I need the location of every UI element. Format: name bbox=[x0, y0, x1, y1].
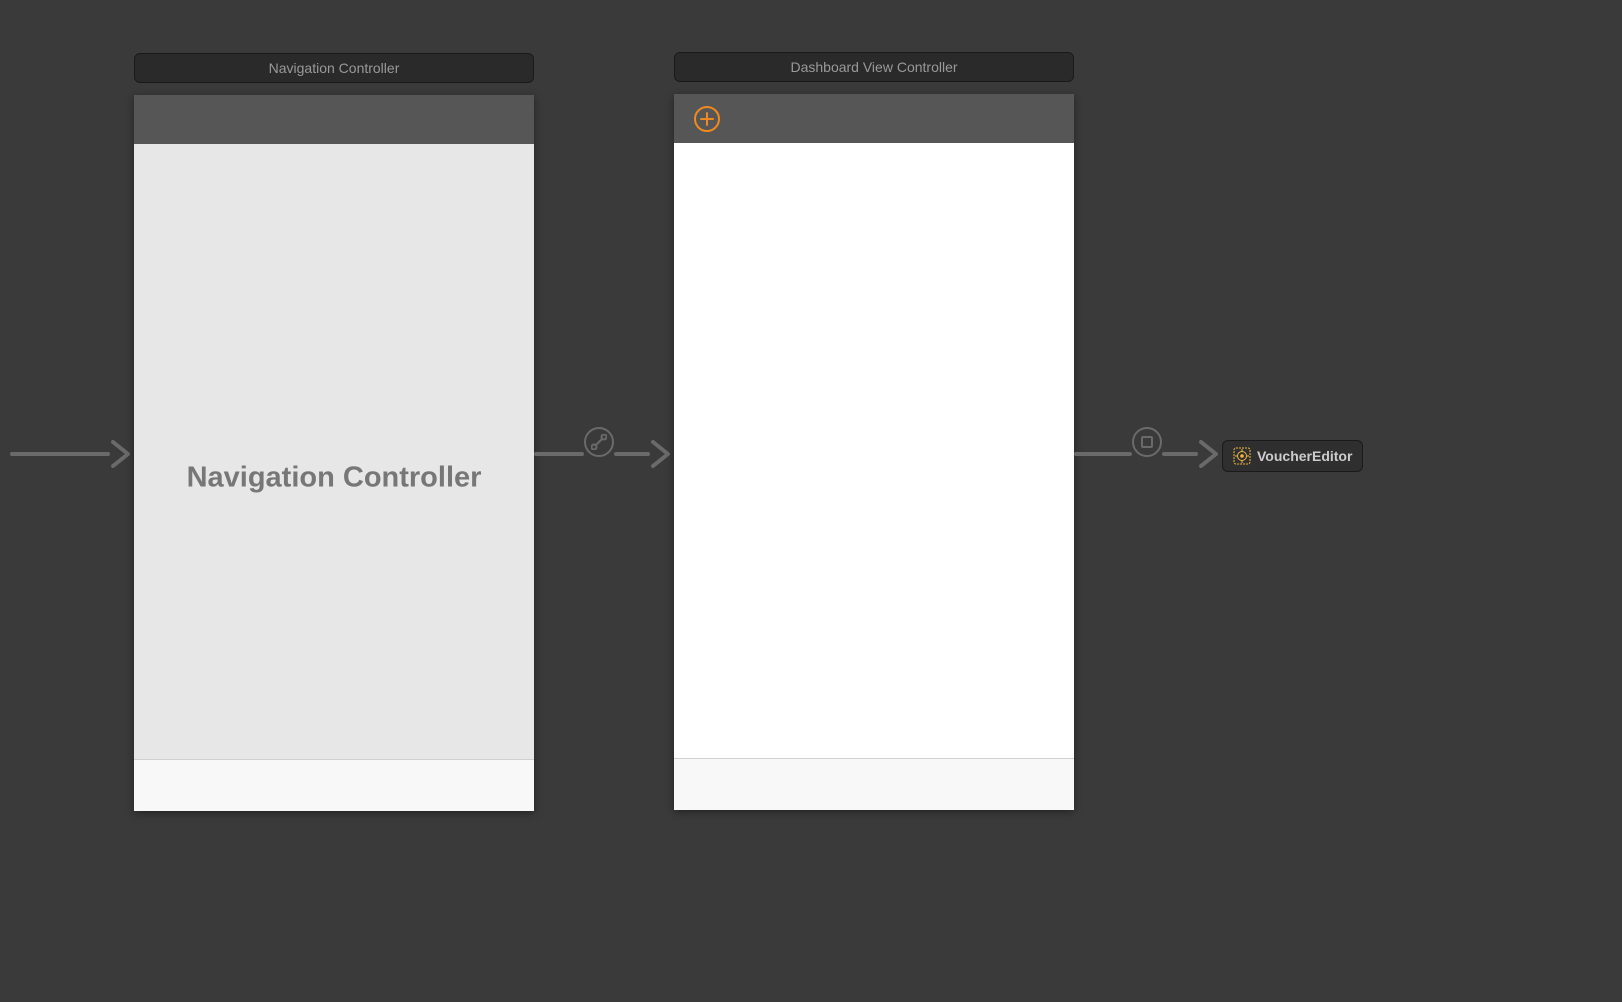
segue-line bbox=[10, 452, 110, 456]
storyboard-reference-label: VoucherEditor bbox=[1257, 448, 1352, 464]
storyboard-canvas[interactable]: Navigation Controller Navigation Control… bbox=[0, 0, 1622, 1002]
scene-title-dashboard-view-controller[interactable]: Dashboard View Controller bbox=[674, 52, 1074, 82]
scene-title-label: Navigation Controller bbox=[269, 60, 400, 76]
present-modally-segue-icon[interactable] bbox=[1132, 427, 1162, 457]
storyboard-reference-voucher-editor[interactable]: VoucherEditor bbox=[1222, 440, 1363, 472]
view-content-area[interactable] bbox=[674, 143, 1074, 758]
scene-navigation-controller[interactable]: Navigation Controller bbox=[134, 95, 534, 811]
navigation-controller-content: Navigation Controller bbox=[134, 144, 534, 811]
storyboard-reference-icon bbox=[1233, 447, 1251, 465]
navigation-bar[interactable] bbox=[674, 94, 1074, 143]
segue-present-modally[interactable] bbox=[1074, 440, 1222, 468]
arrow-head-icon bbox=[1198, 440, 1222, 468]
plus-icon bbox=[700, 112, 714, 126]
arrow-head-icon bbox=[110, 440, 134, 468]
scene-dashboard-view-controller[interactable] bbox=[674, 94, 1074, 810]
segue-line bbox=[1162, 452, 1198, 456]
arrow-head-icon bbox=[650, 440, 674, 468]
navigation-controller-placeholder-text: Navigation Controller bbox=[187, 461, 482, 494]
segue-line bbox=[534, 452, 584, 456]
add-bar-button[interactable] bbox=[694, 106, 720, 132]
scene-title-navigation-controller[interactable]: Navigation Controller bbox=[134, 53, 534, 83]
segue-root-view-controller[interactable] bbox=[534, 440, 674, 468]
toolbar bbox=[134, 759, 534, 811]
initial-view-controller-arrow[interactable] bbox=[10, 440, 134, 468]
scene-title-label: Dashboard View Controller bbox=[790, 59, 957, 75]
segue-line bbox=[614, 452, 650, 456]
navigation-bar[interactable] bbox=[134, 95, 534, 144]
relationship-segue-icon[interactable] bbox=[584, 427, 614, 457]
toolbar bbox=[674, 758, 1074, 810]
segue-line bbox=[1074, 452, 1132, 456]
